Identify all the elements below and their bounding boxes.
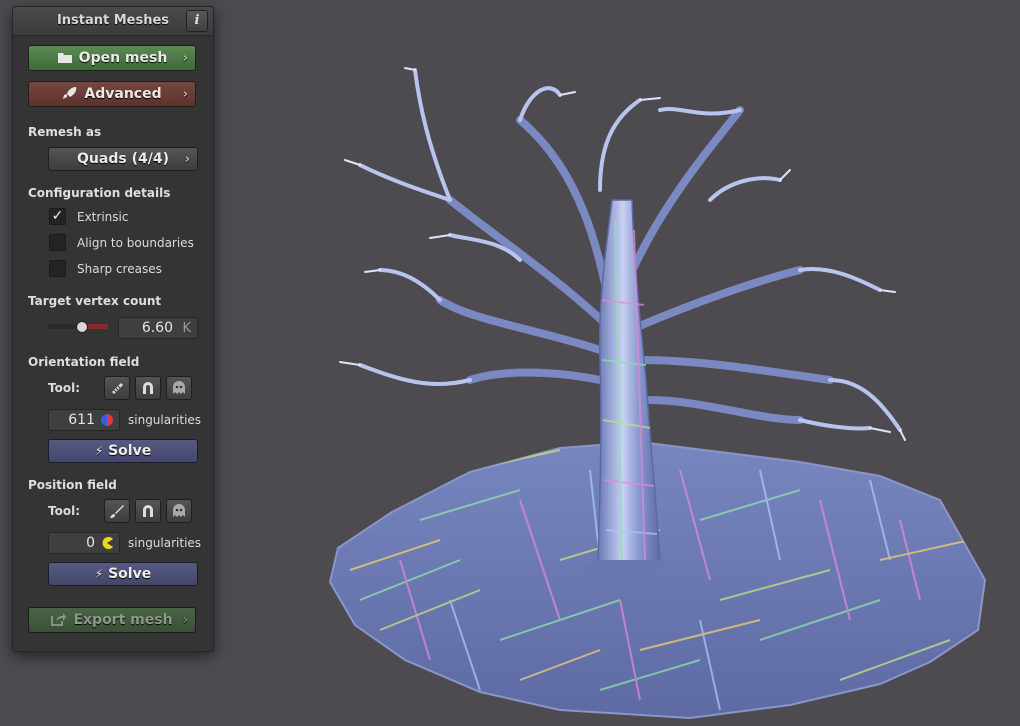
ghost-icon — [173, 504, 185, 517]
orientation-ghost-tool-button[interactable] — [166, 376, 192, 400]
brush-icon — [110, 505, 124, 518]
export-mesh-label: Export mesh — [73, 612, 173, 628]
vertex-count-value: 6.60 — [141, 320, 173, 336]
extrinsic-checkbox[interactable]: ✓ — [49, 208, 66, 225]
orientation-singularities-value: 611 — [68, 412, 95, 428]
extrinsic-label: Extrinsic — [77, 210, 129, 224]
control-panel: Instant Meshes i Open mesh › Advanced › … — [12, 6, 214, 652]
orientation-solve-button[interactable]: ⚡ Solve — [48, 439, 198, 463]
rocket-icon — [62, 84, 78, 99]
vertex-count-input[interactable]: 6.60 K — [118, 317, 198, 339]
open-mesh-label: Open mesh — [78, 50, 168, 66]
orientation-singularities-label: singularities — [128, 413, 202, 427]
position-attractor-tool-button[interactable] — [135, 499, 161, 523]
position-singularities-label: singularities — [128, 536, 202, 550]
export-mesh-button[interactable]: Export mesh › — [28, 607, 196, 633]
position-singularities-count: 0 — [48, 532, 120, 554]
orientation-section-title: Orientation field — [28, 355, 140, 369]
sharp-creases-checkbox[interactable] — [49, 260, 66, 277]
folder-icon — [57, 48, 73, 63]
position-solve-button[interactable]: ⚡ Solve — [48, 562, 198, 586]
position-ghost-tool-button[interactable] — [166, 499, 192, 523]
position-section-title: Position field — [28, 478, 117, 492]
bolt-icon: ⚡ — [94, 444, 104, 458]
ground-mesh — [328, 440, 987, 720]
orientation-tool-label: Tool: — [48, 381, 80, 395]
export-icon — [51, 610, 67, 626]
advanced-label: Advanced — [84, 86, 162, 102]
target-section-title: Target vertex count — [28, 294, 162, 308]
align-boundaries-checkbox[interactable] — [49, 234, 66, 251]
position-tool-label: Tool: — [48, 504, 80, 518]
position-brush-tool-button[interactable] — [104, 499, 130, 523]
attractor-icon — [143, 382, 153, 394]
panel-title: Instant Meshes — [56, 13, 170, 28]
chevron-right-icon: › — [184, 152, 190, 167]
remesh-type-value: Quads (4/4) — [77, 151, 169, 167]
remesh-type-dropdown[interactable]: Quads (4/4) › — [48, 147, 198, 171]
chevron-right-icon: › — [182, 613, 188, 628]
orientation-singularities-count: 611 — [48, 409, 120, 431]
orientation-solve-label: Solve — [108, 443, 152, 459]
comb-icon — [112, 383, 123, 394]
chevron-right-icon: › — [182, 87, 188, 102]
slider-handle[interactable] — [76, 321, 88, 333]
panel-titlebar[interactable]: Instant Meshes i — [13, 7, 213, 36]
vertex-count-unit: K — [182, 321, 191, 336]
singularity-indicator-icon — [101, 414, 113, 426]
attractor-icon — [143, 505, 153, 517]
config-section-title: Configuration details — [28, 186, 171, 200]
orientation-comb-tool-button[interactable] — [104, 376, 130, 400]
advanced-button[interactable]: Advanced › — [28, 81, 196, 107]
chevron-right-icon: › — [182, 51, 188, 66]
open-mesh-button[interactable]: Open mesh › — [28, 45, 196, 71]
bolt-icon: ⚡ — [94, 567, 104, 581]
align-boundaries-label: Align to boundaries — [77, 236, 194, 250]
position-solve-label: Solve — [108, 566, 152, 582]
remesh-section-title: Remesh as — [28, 125, 102, 139]
vertex-count-slider[interactable] — [48, 321, 108, 333]
info-button[interactable]: i — [186, 10, 208, 32]
sharp-creases-label: Sharp creases — [77, 262, 162, 276]
pacman-icon — [102, 537, 113, 549]
ghost-icon — [173, 381, 185, 394]
orientation-attractor-tool-button[interactable] — [135, 376, 161, 400]
position-singularities-value: 0 — [86, 535, 95, 551]
